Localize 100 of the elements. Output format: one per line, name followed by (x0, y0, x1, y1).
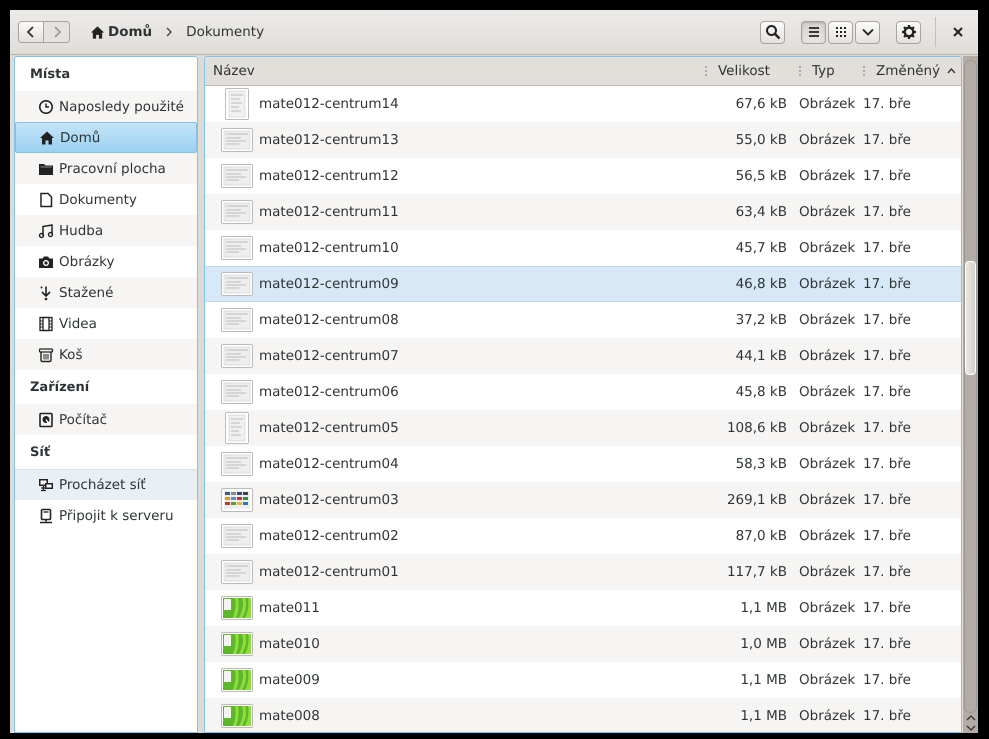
camera-icon (38, 254, 54, 270)
file-size: 37,2 kB (736, 312, 787, 328)
file-row[interactable]: mate008 1,1 MB Obrázek 17. bře (205, 698, 961, 732)
modified-date: 17. bře (863, 348, 911, 364)
column-header[interactable]: Změněný (863, 57, 961, 85)
file-row[interactable]: mate012-centrum01 117,7 kB Obrázek 17. bře (205, 554, 961, 590)
modified-date: 17. bře (863, 708, 911, 724)
thumbnail-icon (220, 596, 252, 620)
file-row[interactable]: mate012-centrum08 37,2 kB Obrázek 17. bře (205, 302, 961, 338)
column-header[interactable]: Název (205, 57, 703, 85)
file-row[interactable]: mate012-centrum09 46,8 kB Obrázek 17. bře (205, 266, 961, 302)
back-button[interactable] (18, 21, 44, 43)
file-type: Obrázek (799, 348, 856, 364)
sidebar-item[interactable]: Koš (15, 339, 197, 370)
file-size: 1,1 MB (740, 708, 787, 724)
file-size: 58,3 kB (736, 456, 787, 472)
file-row[interactable]: mate012-centrum06 45,8 kB Obrázek 17. bře (205, 374, 961, 410)
file-row[interactable]: mate012-centrum11 63,4 kB Obrázek 17. bře (205, 194, 961, 230)
file-size: 117,7 kB (726, 564, 787, 580)
file-name: mate012-centrum06 (259, 384, 399, 400)
file-size: 1,1 MB (740, 600, 787, 616)
file-row[interactable]: mate012-centrum07 44,1 kB Obrázek 17. bře (205, 338, 961, 374)
file-name: mate012-centrum03 (259, 492, 399, 508)
file-size: 1,1 MB (740, 672, 787, 688)
file-row[interactable]: mate010 1,0 MB Obrázek 17. bře (205, 626, 961, 662)
file-row[interactable]: mate012-centrum12 56,5 kB Obrázek 17. bře (205, 158, 961, 194)
file-type: Obrázek (799, 528, 856, 544)
home-icon (90, 24, 105, 40)
file-size: 45,7 kB (736, 240, 787, 256)
file-row[interactable]: mate012-centrum02 87,0 kB Obrázek 17. bře (205, 518, 961, 554)
file-type: Obrázek (799, 132, 856, 148)
sidebar-item[interactable]: Stažené (15, 277, 197, 308)
sidebar-item[interactable]: Hudba (15, 215, 197, 246)
search-icon (764, 24, 780, 40)
path-button[interactable]: Dokumenty (182, 22, 268, 42)
modified-date: 17. bře (863, 276, 911, 292)
thumbnail-icon (220, 164, 252, 188)
close-icon (952, 26, 964, 38)
modified-date: 17. bře (863, 312, 911, 328)
column-header[interactable]: Velikost (703, 57, 799, 85)
file-type: Obrázek (799, 240, 856, 256)
file-row[interactable]: mate012-centrum14 67,6 kB Obrázek 17. bře (205, 86, 961, 122)
sidebar-item[interactable]: Domů (15, 122, 197, 153)
file-size: 45,8 kB (736, 384, 787, 400)
file-type: Obrázek (799, 276, 856, 292)
search-button[interactable] (760, 20, 785, 44)
sidebar-item[interactable]: Připojit k serveru (15, 500, 197, 531)
modified-date: 17. bře (863, 420, 911, 436)
file-row[interactable]: mate012-centrum05 108,6 kB Obrázek 17. bře (205, 410, 961, 446)
grid-view-button[interactable] (828, 20, 853, 44)
file-row[interactable]: mate012-centrum04 58,3 kB Obrázek 17. bře (205, 446, 961, 482)
music-icon (38, 222, 54, 238)
modified-date: 17. bře (863, 456, 911, 472)
file-size: 67,6 kB (736, 96, 787, 112)
file-row[interactable]: mate012-centrum03 269,1 kB Obrázek 17. bře (205, 482, 961, 518)
sidebar-item[interactable]: Pracovní plocha (15, 153, 197, 184)
file-type: Obrázek (799, 708, 856, 724)
sidebar-item[interactable]: Procházet síť (15, 469, 197, 500)
file-row[interactable]: mate011 1,1 MB Obrázek 17. bře (205, 590, 961, 626)
sidebar-item[interactable]: Počítač (15, 404, 197, 435)
file-row[interactable]: mate012-centrum13 55,0 kB Obrázek 17. bře (205, 122, 961, 158)
file-size: 56,5 kB (736, 168, 787, 184)
section-heading: Zařízení (29, 378, 91, 396)
thumbnail-icon (224, 88, 248, 120)
thumbnail-icon (220, 308, 252, 332)
section-heading: Místa (29, 66, 72, 84)
clock-icon (38, 98, 54, 114)
file-type: Obrázek (799, 204, 856, 220)
file-name: mate012-centrum09 (259, 276, 399, 292)
sidebar-item[interactable]: Videa (15, 308, 197, 339)
settings-button[interactable] (896, 20, 921, 44)
thumbnail-icon (220, 344, 252, 368)
trash-icon (38, 346, 54, 362)
sidebar-item[interactable]: Naposledy použité (15, 91, 197, 122)
file-name: mate008 (259, 708, 320, 724)
file-name: mate012-centrum08 (259, 312, 399, 328)
path-button[interactable]: Domů (86, 22, 156, 42)
file-name: mate012-centrum01 (259, 564, 399, 580)
thumbnail-icon (220, 488, 252, 512)
scrollbar-thumb[interactable] (965, 261, 976, 375)
file-type: Obrázek (799, 420, 856, 436)
thumbnail-icon (220, 704, 252, 728)
file-row[interactable]: mate012-centrum10 45,7 kB Obrázek 17. bře (205, 230, 961, 266)
file-name: mate012-centrum10 (259, 240, 399, 256)
home-icon (39, 130, 55, 146)
list-view-button[interactable] (801, 20, 826, 44)
sidebar-item[interactable]: Obrázky (15, 246, 197, 277)
file-name: mate012-centrum13 (259, 132, 399, 148)
column-header[interactable]: Typ (799, 57, 863, 85)
file-type: Obrázek (799, 312, 856, 328)
gear-icon (900, 24, 916, 40)
scrollbar[interactable] (963, 56, 978, 733)
file-row[interactable]: mate009 1,1 MB Obrázek 17. bře (205, 662, 961, 698)
file-name: mate012-centrum11 (259, 204, 399, 220)
scroll-arrows-icon[interactable] (964, 713, 976, 733)
modified-date: 17. bře (863, 384, 911, 400)
dropdown-button[interactable] (855, 20, 880, 44)
modified-date: 17. bře (863, 240, 911, 256)
modified-date: 17. bře (863, 132, 911, 148)
sidebar-item[interactable]: Dokumenty (15, 184, 197, 215)
